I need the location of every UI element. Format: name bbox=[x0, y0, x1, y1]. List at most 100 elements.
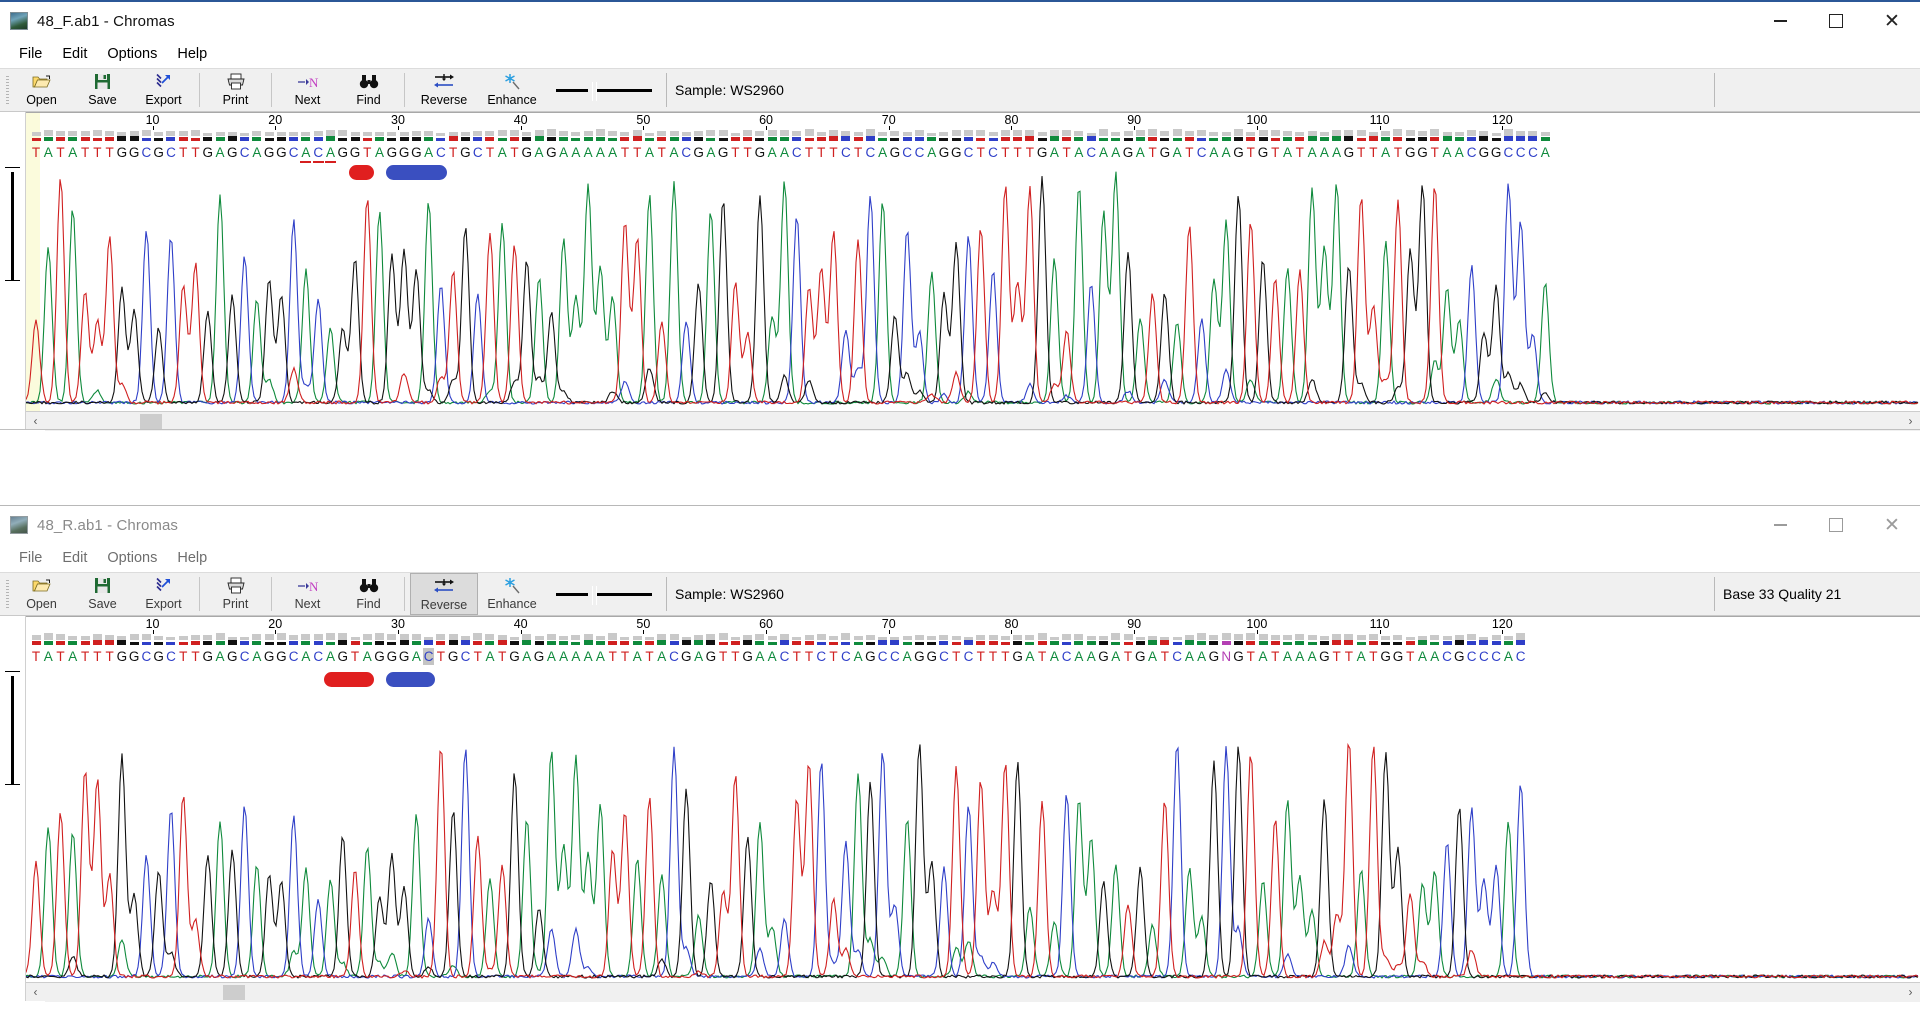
open-button[interactable]: Open bbox=[11, 69, 72, 111]
base-letter[interactable]: G bbox=[889, 144, 901, 161]
base-letter[interactable]: A bbox=[1454, 144, 1465, 161]
chromas-window-forward[interactable]: 48_F.ab1 - Chromas ✕ File Edit Options H… bbox=[0, 0, 1920, 500]
base-letter[interactable]: T bbox=[718, 648, 729, 665]
base-letter[interactable]: A bbox=[754, 648, 765, 665]
scroll-left-icon[interactable]: ‹ bbox=[26, 983, 45, 1002]
base-letter[interactable]: T bbox=[730, 144, 741, 161]
base-letter[interactable]: A bbox=[534, 144, 545, 161]
base-letter[interactable]: G bbox=[227, 648, 238, 665]
base-letter[interactable]: G bbox=[1037, 144, 1048, 161]
base-letter[interactable]: C bbox=[914, 144, 925, 161]
base-letter[interactable]: C bbox=[865, 144, 876, 161]
base-letter[interactable]: G bbox=[386, 648, 398, 665]
base-letter[interactable]: G bbox=[1343, 144, 1355, 161]
base-letter[interactable]: A bbox=[1098, 144, 1109, 161]
base-letter[interactable]: T bbox=[1294, 144, 1305, 161]
base-letter[interactable]: A bbox=[43, 144, 54, 161]
vscale-bottom-handle[interactable] bbox=[5, 784, 20, 789]
base-letter[interactable]: C bbox=[141, 648, 152, 665]
base-letter[interactable]: T bbox=[804, 648, 815, 665]
base-letter[interactable]: T bbox=[55, 144, 66, 161]
base-letter[interactable]: T bbox=[1123, 648, 1134, 665]
base-letter[interactable]: C bbox=[902, 144, 913, 161]
base-letter[interactable]: T bbox=[791, 648, 802, 665]
base-letter[interactable]: C bbox=[239, 144, 250, 161]
base-letter[interactable]: A bbox=[1135, 144, 1146, 161]
base-letter[interactable]: A bbox=[300, 144, 312, 163]
base-letter[interactable]: C bbox=[313, 648, 324, 665]
base-letter[interactable]: A bbox=[1110, 144, 1121, 161]
base-letter[interactable]: C bbox=[779, 648, 790, 665]
base-letter[interactable]: T bbox=[190, 648, 201, 665]
base-letter[interactable]: G bbox=[202, 144, 214, 161]
base-letter[interactable]: T bbox=[92, 144, 103, 161]
toolbar-grip[interactable] bbox=[4, 69, 11, 111]
base-letter[interactable]: C bbox=[877, 648, 888, 665]
base-letter[interactable]: G bbox=[116, 648, 128, 665]
base-letter[interactable]: T bbox=[1368, 648, 1379, 665]
base-letter[interactable]: A bbox=[1024, 648, 1035, 665]
base-letter[interactable]: A bbox=[1331, 144, 1342, 161]
base-letter[interactable]: T bbox=[1061, 144, 1072, 161]
base-letter[interactable]: G bbox=[1208, 648, 1220, 665]
base-letter[interactable]: T bbox=[509, 144, 520, 161]
base-letter[interactable]: C bbox=[288, 144, 299, 161]
open-button[interactable]: Open bbox=[11, 573, 72, 615]
menu-bar[interactable]: File Edit Options Help bbox=[0, 544, 1920, 572]
find-button[interactable]: Find bbox=[338, 573, 399, 615]
base-letter[interactable]: T bbox=[975, 144, 986, 161]
base-letter[interactable]: C bbox=[435, 144, 446, 161]
base-letter[interactable]: G bbox=[742, 648, 753, 665]
zoom-slider-thumb[interactable] bbox=[588, 81, 597, 101]
base-letter[interactable]: G bbox=[460, 144, 471, 161]
base-letter[interactable]: A bbox=[423, 144, 434, 161]
base-letter[interactable]: A bbox=[325, 648, 336, 665]
base-letter[interactable]: T bbox=[190, 144, 201, 161]
base-letter[interactable]: C bbox=[288, 648, 299, 665]
base-letter[interactable]: A bbox=[1356, 648, 1367, 665]
chromatogram-panel[interactable]: 10 20 30 40 50 60 70 80 90 100 110 120 TATATTTGGCGC… bbox=[0, 616, 1920, 1002]
base-sequence-row[interactable]: TATATTTGGCGCTTGAGCAGGCACAGGTAGGGACTGCTAT… bbox=[26, 144, 1920, 163]
base-letter[interactable]: C bbox=[1172, 648, 1183, 665]
hscroll-track[interactable] bbox=[45, 411, 1920, 431]
base-letter[interactable]: C bbox=[1515, 648, 1526, 665]
base-letter[interactable]: G bbox=[534, 648, 545, 665]
base-letter[interactable]: G bbox=[951, 144, 962, 161]
base-letter[interactable]: T bbox=[1392, 144, 1403, 161]
base-letter[interactable]: T bbox=[1368, 144, 1379, 161]
base-letter[interactable]: T bbox=[1000, 648, 1011, 665]
base-letter[interactable]: T bbox=[1024, 144, 1035, 161]
base-letter[interactable]: T bbox=[1331, 648, 1342, 665]
base-letter[interactable]: G bbox=[264, 648, 275, 665]
base-letter[interactable]: C bbox=[1466, 648, 1477, 665]
base-letter[interactable]: G bbox=[546, 144, 557, 161]
base-letter[interactable]: A bbox=[1208, 144, 1219, 161]
base-letter[interactable]: T bbox=[619, 144, 630, 161]
base-letter[interactable]: A bbox=[215, 648, 226, 665]
zoom-slider-thumb[interactable] bbox=[588, 585, 597, 605]
base-letter[interactable]: A bbox=[1221, 144, 1232, 161]
scroll-right-icon[interactable]: › bbox=[1901, 412, 1920, 431]
base-letter[interactable]: C bbox=[963, 144, 974, 161]
base-letter[interactable]: G bbox=[374, 648, 385, 665]
base-letter[interactable]: G bbox=[693, 144, 704, 161]
base-letter[interactable]: T bbox=[104, 144, 115, 161]
trace-viewport[interactable]: 10 20 30 40 50 60 70 80 90 100 110 120 TATATTTGGCGC… bbox=[26, 112, 1920, 430]
base-letter[interactable]: A bbox=[595, 144, 606, 161]
base-letter[interactable]: G bbox=[202, 648, 214, 665]
base-letter[interactable]: A bbox=[767, 648, 778, 665]
maximize-icon[interactable] bbox=[1808, 2, 1864, 40]
base-letter[interactable]: G bbox=[276, 144, 287, 161]
base-letter[interactable]: C bbox=[963, 648, 974, 665]
base-letter[interactable]: A bbox=[1380, 144, 1391, 161]
base-letter[interactable]: A bbox=[1442, 144, 1453, 161]
base-letter[interactable]: A bbox=[1258, 648, 1269, 665]
base-letter[interactable]: A bbox=[1307, 144, 1318, 161]
reverse-button[interactable]: Reverse bbox=[410, 69, 478, 111]
base-letter[interactable]: T bbox=[607, 648, 618, 665]
base-letter[interactable]: A bbox=[1503, 648, 1514, 665]
base-letter[interactable]: A bbox=[767, 144, 778, 161]
menu-edit[interactable]: Edit bbox=[52, 547, 97, 569]
base-letter[interactable]: T bbox=[644, 648, 655, 665]
menu-bar[interactable]: File Edit Options Help bbox=[0, 40, 1920, 68]
